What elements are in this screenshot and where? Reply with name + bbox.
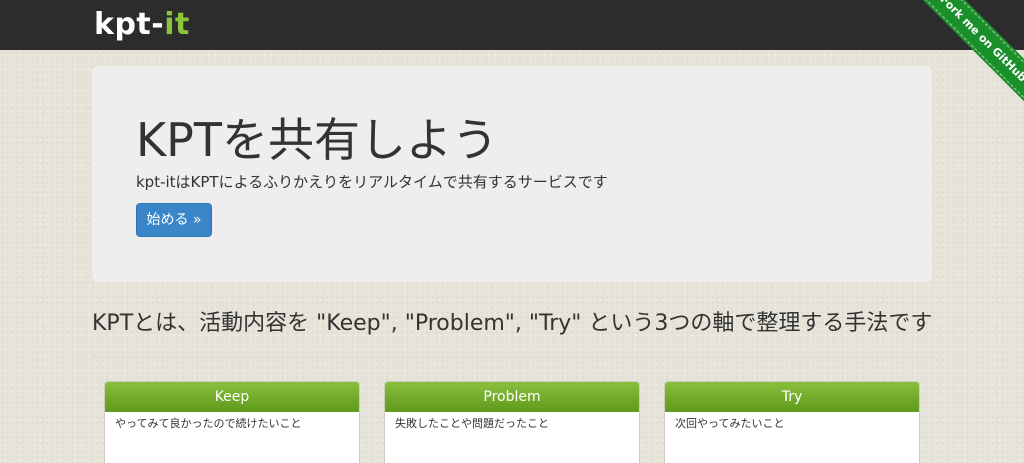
try-card-description: 次回やってみたいこと bbox=[675, 417, 785, 430]
navbar: kpt-it bbox=[0, 0, 1024, 50]
brand-logo[interactable]: kpt-it bbox=[94, 7, 190, 43]
problem-card-title: Problem bbox=[385, 382, 639, 412]
keep-card: Keep やってみて良かったので続けたいこと bbox=[104, 381, 360, 463]
kpt-intro-heading: KPTとは、活動内容を "Keep", "Problem", "Try" という… bbox=[92, 311, 933, 336]
try-card-title: Try bbox=[665, 382, 919, 412]
keep-card-title: Keep bbox=[105, 382, 359, 412]
section-divider bbox=[92, 356, 932, 357]
start-button[interactable]: 始める » bbox=[136, 203, 212, 237]
problem-card: Problem 失敗したことや問題だったこと bbox=[384, 381, 640, 463]
hero-subtitle: kpt-itはKPTによるふりかえりをリアルタイムで共有するサービスです bbox=[136, 173, 608, 191]
problem-card-description: 失敗したことや問題だったこと bbox=[395, 417, 549, 430]
brand-text-accent: it bbox=[164, 7, 190, 42]
try-card: Try 次回やってみたいこと bbox=[664, 381, 920, 463]
hero-jumbotron: KPTを共有しよう kpt-itはKPTによるふりかえりをリアルタイムで共有する… bbox=[92, 66, 932, 282]
brand-text-main: kpt- bbox=[94, 7, 165, 42]
hero-title: KPTを共有しよう bbox=[136, 113, 499, 167]
keep-card-description: やってみて良かったので続けたいこと bbox=[115, 417, 302, 430]
